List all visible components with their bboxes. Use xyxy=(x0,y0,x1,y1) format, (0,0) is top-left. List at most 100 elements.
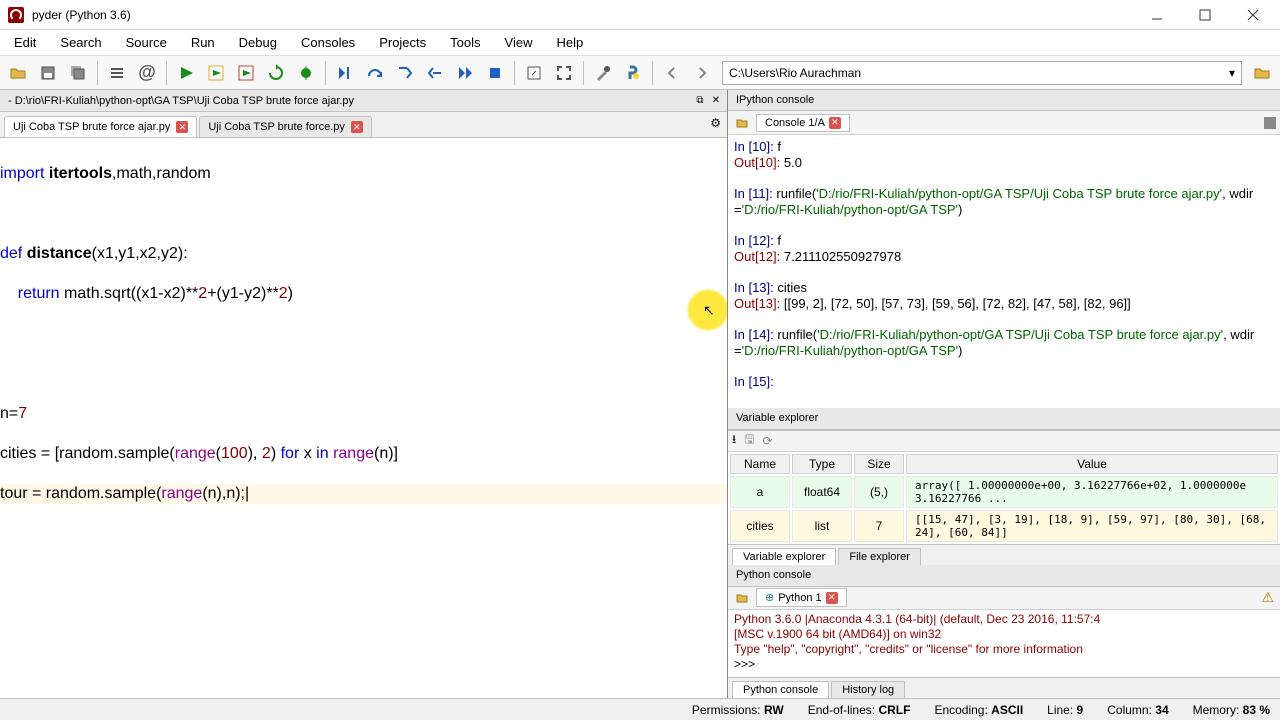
status-memory: Memory: 83 % xyxy=(1193,703,1270,717)
save-icon[interactable]: 🖫 xyxy=(744,430,754,451)
table-row[interactable]: citieslist7[[15, 47], [3, 19], [18, 9], … xyxy=(730,510,1278,542)
continue-icon[interactable] xyxy=(451,59,479,87)
menu-view[interactable]: View xyxy=(495,31,543,54)
col-name[interactable]: Name xyxy=(730,454,790,474)
tab-history-log[interactable]: History log xyxy=(831,681,905,698)
close-pane-icon[interactable]: ✕ xyxy=(709,94,723,108)
menu-help[interactable]: Help xyxy=(546,31,593,54)
working-directory-input[interactable]: C:\Users\Rio Aurachman▾ xyxy=(722,61,1242,85)
table-header-row: Name Type Size Value xyxy=(730,454,1278,474)
step-over-icon[interactable] xyxy=(361,59,389,87)
close-icon[interactable]: ✕ xyxy=(829,117,841,129)
run-cell-advance-icon[interactable] xyxy=(232,59,260,87)
pyconsole-tab-label: Python 1 xyxy=(778,592,821,604)
menu-debug[interactable]: Debug xyxy=(229,31,287,54)
step-out-icon[interactable] xyxy=(421,59,449,87)
fullscreen-icon[interactable] xyxy=(550,59,578,87)
close-icon[interactable]: ✕ xyxy=(351,121,363,133)
maximize-button[interactable] xyxy=(1190,5,1220,25)
python-console[interactable]: Python 3.6.0 |Anaconda 4.3.1 (64-bit)| (… xyxy=(728,610,1280,676)
step-into-icon[interactable] xyxy=(391,59,419,87)
menu-edit[interactable]: Edit xyxy=(4,31,46,54)
varexp-bottom-tabs: Variable explorer File explorer xyxy=(728,544,1280,565)
tab-label: Uji Coba TSP brute force.py xyxy=(208,121,345,133)
kernel-status-icon xyxy=(1264,117,1276,129)
variable-table[interactable]: Name Type Size Value afloat64(5,)array([… xyxy=(728,452,1280,544)
menu-tools[interactable]: Tools xyxy=(440,31,490,54)
warning-icon: ⚠ xyxy=(1261,589,1274,606)
open-icon[interactable] xyxy=(4,59,32,87)
app-icon xyxy=(8,7,24,23)
back-icon[interactable] xyxy=(658,59,686,87)
code-editor[interactable]: import itertools,math,random def distanc… xyxy=(0,138,727,698)
table-row[interactable]: afloat64(5,)array([ 1.00000000e+00, 3.16… xyxy=(730,476,1278,508)
stop-icon[interactable] xyxy=(481,59,509,87)
status-encoding: Encoding: ASCII xyxy=(934,703,1023,717)
menubar: Edit Search Source Run Debug Consoles Pr… xyxy=(0,30,1280,56)
menu-consoles[interactable]: Consoles xyxy=(291,31,365,54)
editor-filepath-bar: - D:\rio\FRI-Kuliah\python-opt\GA TSP\Uj… xyxy=(0,90,727,112)
working-directory-text: C:\Users\Rio Aurachman xyxy=(729,66,861,80)
ipython-console[interactable]: In [10]: f Out[10]: 5.0 In [11]: runfile… xyxy=(728,135,1280,408)
editor-pane: - D:\rio\FRI-Kuliah\python-opt\GA TSP\Uj… xyxy=(0,90,728,698)
menu-search[interactable]: Search xyxy=(50,31,111,54)
at-icon[interactable]: @ xyxy=(133,59,161,87)
pyconsole-bottom-tabs: Python console History log xyxy=(728,677,1280,698)
col-type[interactable]: Type xyxy=(792,454,852,474)
refresh-icon[interactable]: ⟳ xyxy=(762,434,772,448)
minimize-button[interactable] xyxy=(1142,5,1172,25)
list-icon[interactable] xyxy=(103,59,131,87)
close-button[interactable] xyxy=(1238,5,1268,25)
pyconsole-tabs: ⊕ Python 1 ✕ ⚠ xyxy=(728,587,1280,610)
right-pane: IPython console Console 1/A ✕ In [10]: f… xyxy=(728,90,1280,698)
menu-projects[interactable]: Projects xyxy=(369,31,436,54)
run-icon[interactable] xyxy=(172,59,200,87)
col-value[interactable]: Value xyxy=(906,454,1278,474)
step-icon[interactable] xyxy=(331,59,359,87)
browse-tabs-icon[interactable] xyxy=(732,588,752,608)
ipython-title: IPython console xyxy=(728,90,1280,111)
statusbar: Permissions: RW End-of-lines: CRLF Encod… xyxy=(0,698,1280,720)
editor-tab-active[interactable]: Uji Coba TSP brute force ajar.py ✕ xyxy=(4,116,197,137)
run-cell-icon[interactable] xyxy=(202,59,230,87)
status-line: Line: 9 xyxy=(1047,703,1083,717)
saveall-icon[interactable] xyxy=(64,59,92,87)
editor-filepath: - D:\rio\FRI-Kuliah\python-opt\GA TSP\Uj… xyxy=(8,95,354,107)
tab-label: Uji Coba TSP brute force ajar.py xyxy=(13,121,170,133)
tab-python-console[interactable]: Python console xyxy=(732,681,829,698)
status-permissions: Permissions: RW xyxy=(692,703,784,717)
close-icon[interactable]: ✕ xyxy=(826,592,838,604)
rerun-icon[interactable] xyxy=(262,59,290,87)
ipython-tabs: Console 1/A ✕ xyxy=(728,111,1280,134)
import-icon[interactable]: ⭳ xyxy=(732,430,736,451)
window-title: pyder (Python 3.6) xyxy=(32,8,1142,22)
close-icon[interactable]: ✕ xyxy=(176,121,188,133)
pyconsole-title: Python console xyxy=(728,565,1280,586)
editor-tab-inactive[interactable]: Uji Coba TSP brute force.py ✕ xyxy=(199,116,372,137)
browse-tabs-icon[interactable] xyxy=(732,113,752,133)
editor-tabs: Uji Coba TSP brute force ajar.py ✕ Uji C… xyxy=(0,112,727,138)
pythonpath-icon[interactable] xyxy=(619,59,647,87)
col-size[interactable]: Size xyxy=(854,454,904,474)
status-column: Column: 34 xyxy=(1107,703,1168,717)
varexp-toolbar: ⭳ 🖫 ⟳ xyxy=(728,430,1280,452)
maximize-pane-icon[interactable] xyxy=(520,59,548,87)
gear-icon[interactable]: ⚙ xyxy=(710,116,721,130)
menu-source[interactable]: Source xyxy=(116,31,177,54)
console-tab[interactable]: Console 1/A ✕ xyxy=(756,114,850,132)
restore-icon[interactable]: ⧉ xyxy=(693,94,707,108)
console-tab-label: Console 1/A xyxy=(765,117,825,129)
forward-icon[interactable] xyxy=(688,59,716,87)
debug-icon[interactable] xyxy=(292,59,320,87)
varexp-title: Variable explorer xyxy=(728,408,1280,429)
menu-run[interactable]: Run xyxy=(181,31,225,54)
pyconsole-tab[interactable]: ⊕ Python 1 ✕ xyxy=(756,588,847,607)
tab-file-explorer[interactable]: File explorer xyxy=(838,548,921,565)
preferences-icon[interactable] xyxy=(589,59,617,87)
browse-dir-icon[interactable] xyxy=(1248,59,1276,87)
main-toolbar: @ C:\Users\Rio Aurachman▾ xyxy=(0,56,1280,90)
save-icon[interactable] xyxy=(34,59,62,87)
status-eol: End-of-lines: CRLF xyxy=(808,703,911,717)
titlebar: pyder (Python 3.6) xyxy=(0,0,1280,30)
tab-variable-explorer[interactable]: Variable explorer xyxy=(732,548,836,565)
